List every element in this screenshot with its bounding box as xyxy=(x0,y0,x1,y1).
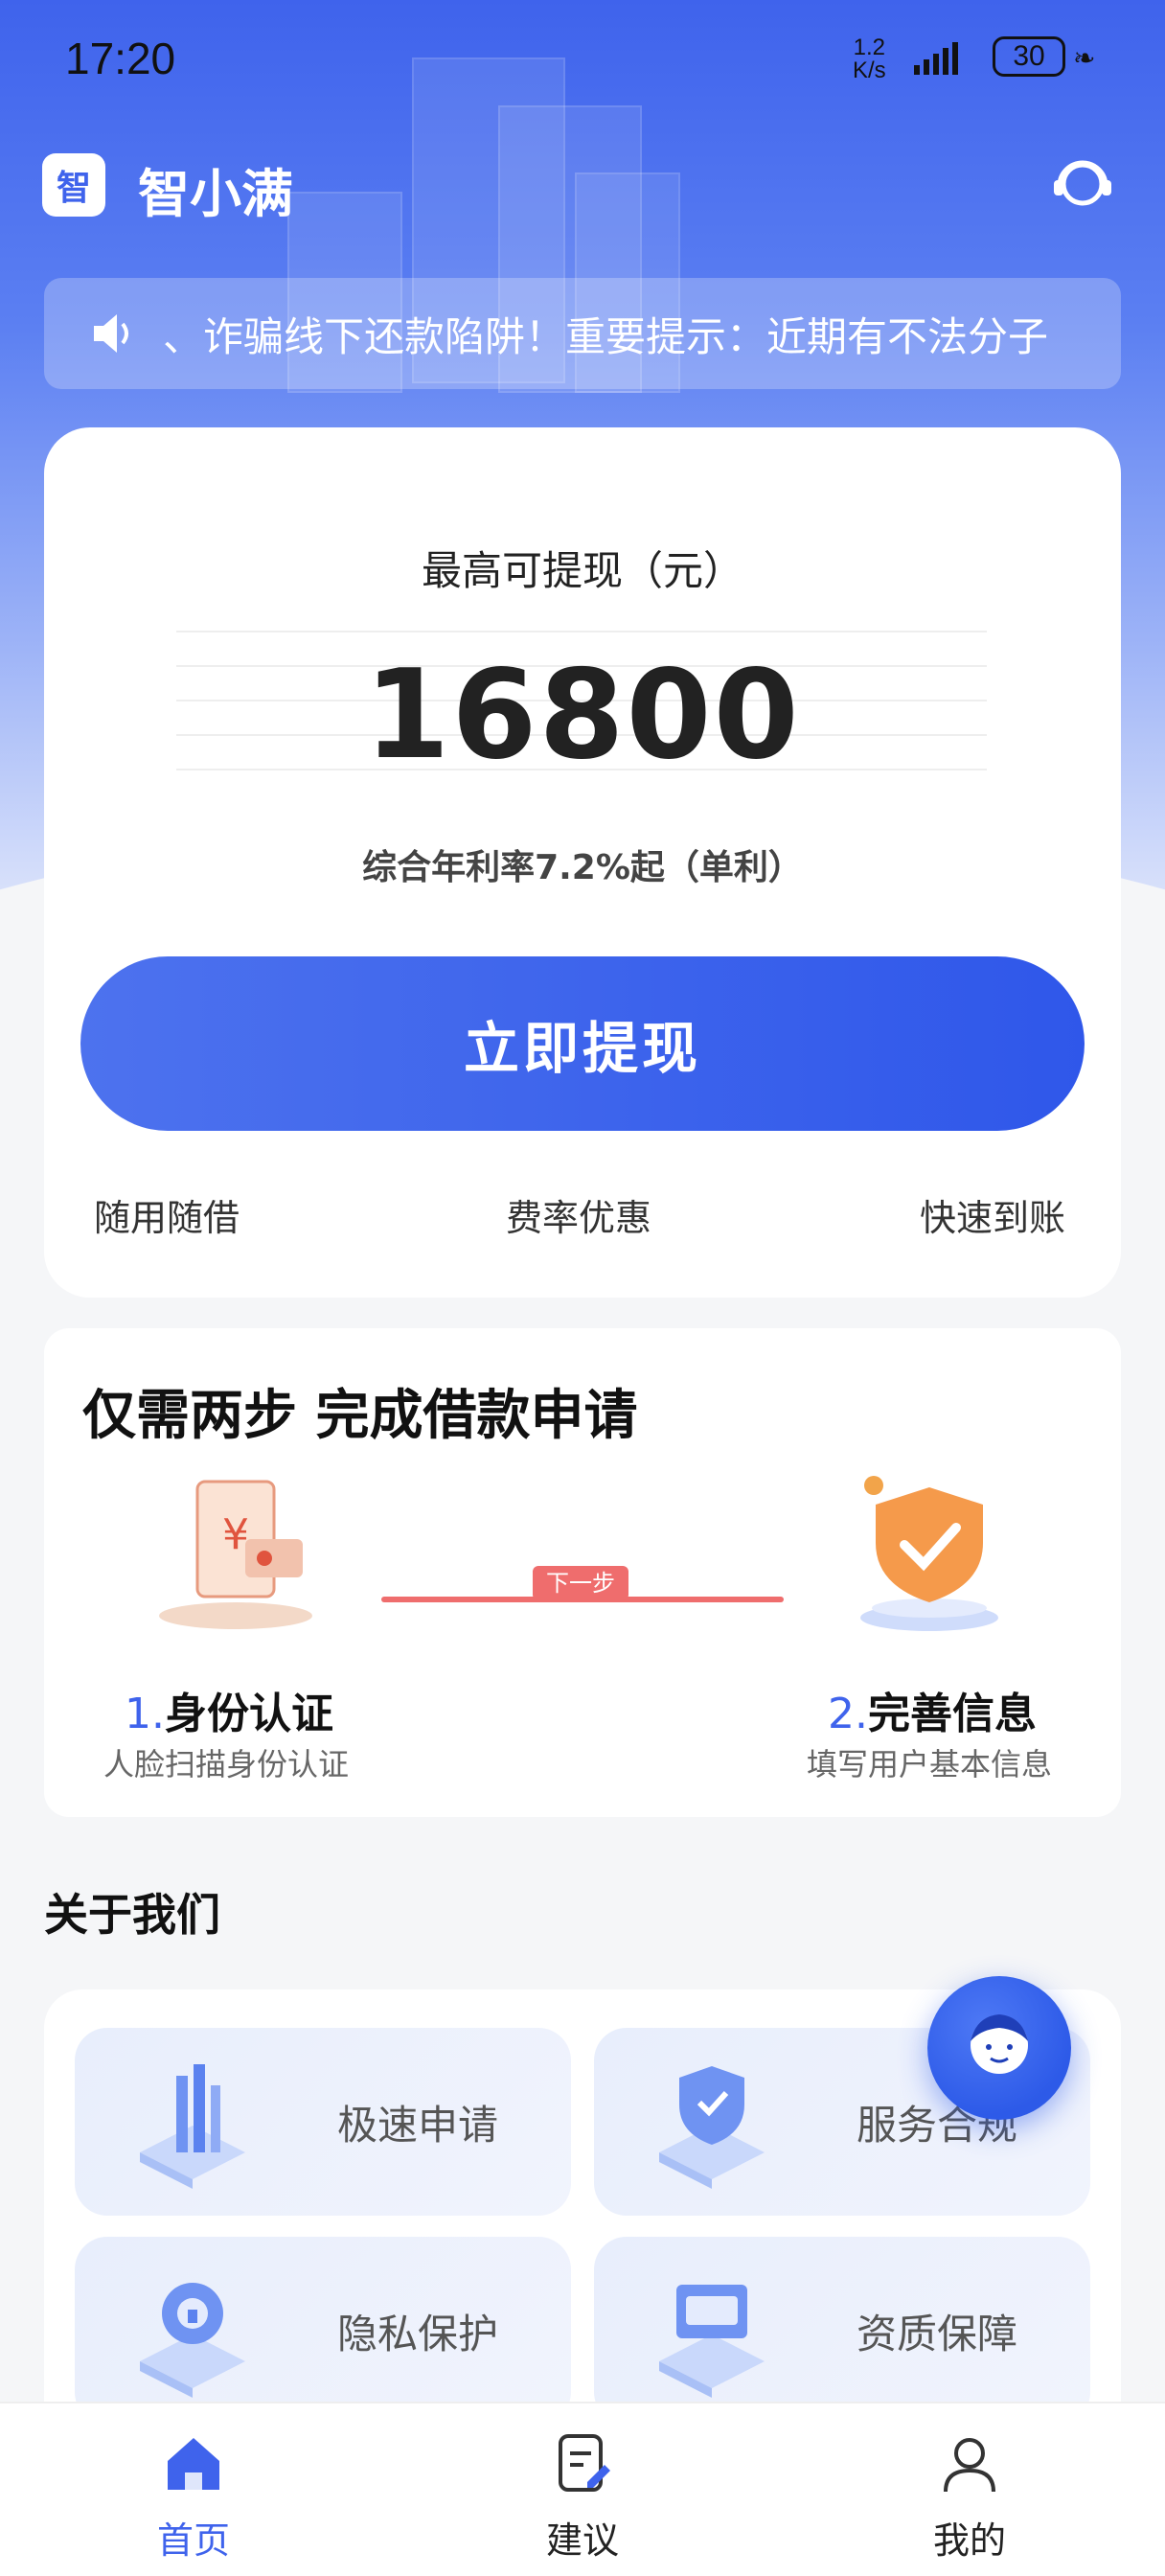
about-title: 关于我们 xyxy=(44,1889,220,1941)
svg-text:¥: ¥ xyxy=(222,1510,249,1559)
home-icon xyxy=(168,2438,219,2490)
notice-bar[interactable]: 、诈骗线下还款陷阱！重要提示：近期有不法分子 xyxy=(44,278,1121,389)
battery-icon: 30 xyxy=(993,36,1065,77)
floating-support-button[interactable] xyxy=(927,1976,1071,2120)
max-amount-label: 最高可提现（元） xyxy=(421,547,743,594)
net-speed: 1.2 K/s xyxy=(853,34,886,83)
customer-service-icon[interactable] xyxy=(1050,151,1115,217)
bottom-tab-bar: 首页 建议 我的 xyxy=(0,2402,1165,2576)
steps-card: 仅需两步 完成借款申请 ¥ 下一步 1.身份认证 人脸扫描身份认证 2.完善信息… xyxy=(44,1328,1121,1817)
about-item-speed-apply[interactable]: 极速申请 xyxy=(75,2028,571,2216)
app-logo: 智 xyxy=(42,153,105,217)
step-1-subtitle: 人脸扫描身份认证 xyxy=(103,1746,350,1782)
tab-home[interactable]: 首页 xyxy=(98,2430,289,2564)
signal-icon xyxy=(914,42,958,75)
id-verify-icon: ¥ xyxy=(159,1480,312,1629)
about-item-privacy[interactable]: 隐私保护 xyxy=(75,2237,571,2425)
leaf-icon: ❧ xyxy=(1073,42,1096,74)
feature-label: 费率优惠 xyxy=(506,1197,652,1239)
about-item-qualification[interactable]: 资质保障 xyxy=(594,2237,1090,2425)
about-item-label: 隐私保护 xyxy=(337,2311,499,2358)
interest-rate: 综合年利率7.2%起（单利） xyxy=(362,848,803,887)
next-step-tag: 下一步 xyxy=(533,1566,628,1600)
app-name: 智小满 xyxy=(138,164,293,224)
privacy-lock-icon xyxy=(140,2283,245,2398)
tab-profile[interactable]: 我的 xyxy=(874,2430,1065,2564)
speed-apply-icon xyxy=(140,2064,245,2189)
speaker-icon xyxy=(94,314,128,353)
notice-text: 、诈骗线下还款陷阱！重要提示：近期有不法分子 xyxy=(163,313,1049,360)
status-time: 17:20 xyxy=(65,34,176,83)
max-amount-value: 16800 xyxy=(364,644,801,787)
step-2-title: 2.完善信息 xyxy=(828,1690,1037,1738)
about-item-label: 极速申请 xyxy=(337,2102,499,2149)
compliance-shield-icon xyxy=(659,2066,765,2189)
withdraw-button[interactable]: 立即提现 xyxy=(80,956,1085,1131)
profile-icon xyxy=(944,2438,995,2493)
steps-title: 仅需两步 完成借款申请 xyxy=(82,1385,638,1447)
loan-card: 最高可提现（元） 16800 综合年利率7.2%起（单利） 立即提现 随用随借 … xyxy=(44,427,1121,1298)
support-agent-icon xyxy=(971,2014,1028,2074)
step-2-subtitle: 填写用户基本信息 xyxy=(807,1746,1053,1782)
step-1-title: 1.身份认证 xyxy=(125,1690,333,1738)
feature-label: 快速到账 xyxy=(920,1197,1066,1239)
feedback-icon xyxy=(559,2434,610,2492)
info-shield-icon xyxy=(860,1476,998,1631)
feature-label: 随用随借 xyxy=(94,1197,240,1239)
about-item-label: 资质保障 xyxy=(857,2311,1018,2358)
qualification-card-icon xyxy=(659,2285,765,2398)
status-bar: 17:20 1.2 K/s 30 ❧ xyxy=(0,0,1165,115)
tab-feedback[interactable]: 建议 xyxy=(487,2430,678,2564)
